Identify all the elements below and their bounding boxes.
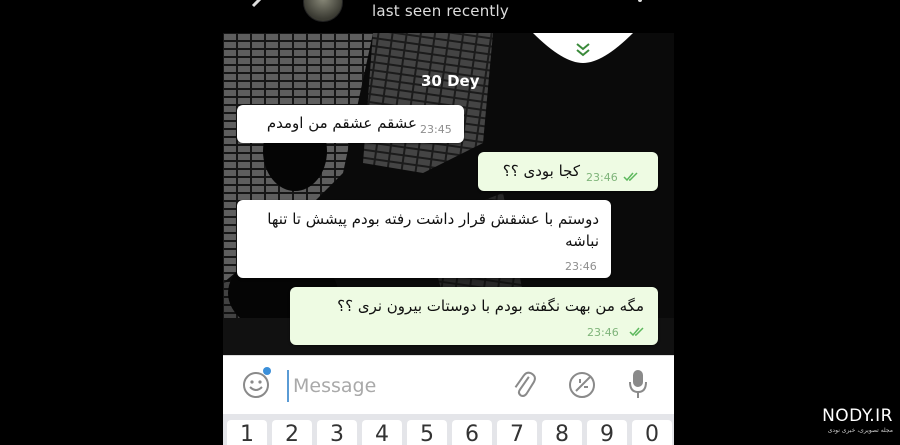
- watermark-title: NODY.IR: [822, 406, 893, 426]
- key-7[interactable]: 7: [497, 420, 537, 445]
- message-time: 23:46: [586, 171, 618, 184]
- message-text: دوستم با عشقش قرار داشت رفته بودم پیشش ت…: [267, 210, 599, 250]
- date-separator: 30 Dey: [421, 72, 480, 90]
- key-4[interactable]: 4: [362, 420, 402, 445]
- message-input[interactable]: [287, 370, 455, 402]
- message-bubble-outgoing[interactable]: مگه من بهت نگفته بودم با دوستات بیرون نر…: [290, 287, 658, 345]
- sticker-icon[interactable]: [566, 369, 598, 401]
- last-seen-status: last seen recently: [372, 2, 509, 20]
- key-5[interactable]: 5: [407, 420, 447, 445]
- phone-screen: 30 Dey عشقم عشقم من اومدم 23:45 کجا بودی…: [223, 0, 674, 445]
- read-ticks-icon: [623, 172, 638, 182]
- read-ticks-icon: [629, 327, 644, 337]
- key-8[interactable]: 8: [542, 420, 582, 445]
- key-9[interactable]: 9: [587, 420, 627, 445]
- message-bubble-incoming[interactable]: دوستم با عشقش قرار داشت رفته بودم پیشش ت…: [237, 200, 611, 278]
- watermark: NODY.IR مجله تصویری، خبری نودی: [813, 406, 893, 434]
- message-text: کجا بودی ؟؟: [502, 162, 580, 180]
- message-time: 23:46: [587, 326, 619, 339]
- message-bubble-incoming[interactable]: عشقم عشقم من اومدم 23:45: [237, 105, 464, 143]
- chat-header: last seen recently: [223, 0, 674, 33]
- key-1[interactable]: 1: [227, 420, 267, 445]
- key-3[interactable]: 3: [317, 420, 357, 445]
- avatar[interactable]: [303, 0, 343, 22]
- message-bubble-outgoing[interactable]: کجا بودی ؟؟ 23:46: [478, 152, 658, 191]
- scroll-down-button[interactable]: [533, 33, 633, 63]
- message-time: 23:45: [420, 123, 452, 136]
- message-text: مگه من بهت نگفته بودم با دوستات بیرون نر…: [337, 297, 644, 315]
- keyboard: 1 2 3 4 5 6 7 8 9 0: [223, 414, 674, 445]
- key-2[interactable]: 2: [272, 420, 312, 445]
- key-6[interactable]: 6: [452, 420, 492, 445]
- message-time: 23:46: [565, 260, 597, 273]
- watermark-subtitle: مجله تصویری، خبری نودی: [827, 427, 893, 434]
- message-composer: [223, 355, 674, 414]
- more-menu-icon[interactable]: [638, 0, 642, 2]
- key-0[interactable]: 0: [632, 420, 672, 445]
- message-text: عشقم عشقم من اومدم: [266, 114, 417, 132]
- back-arrow-icon[interactable]: [243, 0, 265, 12]
- paperclip-icon[interactable]: [508, 368, 538, 400]
- notification-dot: [263, 367, 271, 375]
- microphone-icon[interactable]: [628, 368, 648, 400]
